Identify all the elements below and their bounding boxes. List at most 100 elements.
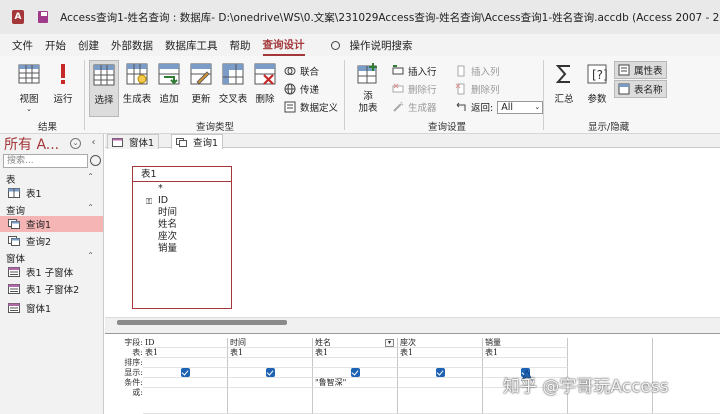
view-button[interactable]: 视图 ⌄ [14, 63, 44, 113]
ribbon-separator [543, 60, 544, 130]
grid-field-cell[interactable]: 姓名 ▾ [313, 338, 398, 348]
query-icon [8, 236, 20, 246]
chevron-down-icon[interactable]: ▾ [385, 339, 394, 347]
shutter-collapse-icon[interactable]: ‹ [88, 138, 99, 149]
show-checkbox[interactable] [351, 368, 360, 377]
tab-query1[interactable]: 查询1 [171, 134, 224, 149]
grid-sort-cell[interactable] [143, 358, 228, 368]
scrollbar-thumb[interactable] [117, 320, 287, 325]
grid-sort-cell[interactable] [228, 358, 313, 368]
builder-button[interactable]: 生成器 [392, 100, 437, 114]
grid-sort-cell[interactable] [313, 358, 398, 368]
delete-column-icon [455, 83, 465, 95]
insert-row-icon [392, 65, 404, 75]
field-item[interactable]: * [133, 183, 231, 195]
grid-or-cell[interactable] [228, 388, 313, 414]
row-label-or: 或: [132, 388, 143, 397]
grid-field-cell[interactable]: 座次 [398, 338, 483, 348]
return-select[interactable]: All ⌄ [497, 100, 544, 114]
nav-section-tables[interactable]: 表 ⌃ [6, 172, 100, 186]
parameters-button[interactable]: [?] 参数 [583, 63, 611, 105]
grid-criteria-cell[interactable] [228, 378, 313, 388]
nav-search-input[interactable]: 搜索... [3, 154, 88, 168]
show-hide-group-label: 显示/隐藏 [588, 122, 630, 133]
field-item[interactable]: 时间 [133, 207, 231, 219]
grid-table-cell[interactable]: 表1 [313, 348, 398, 358]
totals-button[interactable]: 汇总 [550, 63, 578, 105]
delete-row-label: 删除行 [408, 85, 437, 96]
search-icon[interactable] [90, 155, 101, 166]
menu-external-data[interactable]: 外部数据 [111, 36, 153, 55]
append-icon [158, 63, 180, 85]
insert-row-button[interactable]: 插入行 [392, 64, 437, 78]
grid-or-cell[interactable] [143, 388, 228, 414]
delete-row-button[interactable]: 删除行 [392, 82, 437, 96]
menu-home[interactable]: 开始 [45, 36, 66, 55]
nav-item-subform1[interactable]: 表1 子窗体 [0, 264, 103, 280]
field-item[interactable]: 座次 [133, 231, 231, 243]
horizontal-scrollbar[interactable] [105, 317, 720, 327]
grid-or-cell[interactable] [398, 388, 483, 414]
nav-item-query2[interactable]: 查询2 [0, 233, 103, 249]
show-checkbox[interactable] [181, 368, 190, 377]
nav-section-queries[interactable]: 查询 ⌃ [6, 203, 100, 217]
menu-help[interactable]: 帮助 [230, 36, 251, 55]
search-help[interactable]: 操作说明搜索 [330, 38, 413, 53]
grid-field-cell[interactable]: 销量 [483, 338, 568, 348]
query-icon [8, 219, 20, 229]
nav-item-table1[interactable]: 表1 [0, 185, 103, 201]
builder-label: 生成器 [408, 103, 437, 114]
grid-or-cell[interactable] [313, 388, 398, 414]
grid-table-cell[interactable]: 表1 [228, 348, 313, 358]
menu-create[interactable]: 创建 [78, 36, 99, 55]
nav-section-forms[interactable]: 窗体 ⌃ [6, 251, 100, 265]
save-icon[interactable] [37, 11, 49, 23]
query-setup-group-label: 查询设置 [428, 122, 467, 133]
nav-item-subform2[interactable]: 表1 子窗体2 [0, 281, 103, 297]
update-button[interactable]: 更新 [187, 63, 215, 105]
grid-criteria-cell[interactable]: "鲁智深" [313, 378, 398, 388]
append-button[interactable]: 追加 [155, 63, 183, 105]
union-button[interactable]: 联合 [284, 64, 319, 78]
menu-query-design[interactable]: 查询设计 [262, 35, 305, 56]
menu-file[interactable]: 文件 [12, 36, 33, 55]
grid-criteria-cell[interactable] [143, 378, 228, 388]
data-definition-button[interactable]: 数据定义 [284, 100, 338, 114]
delete-column-button[interactable]: 删除列 [455, 82, 500, 96]
select-query-button[interactable]: 选择 [89, 60, 119, 117]
field-item[interactable]: 销量 [133, 243, 231, 255]
grid-table-cell[interactable]: 表1 [483, 348, 568, 358]
nav-options-icon[interactable]: ⌄ [70, 138, 81, 149]
property-sheet-button[interactable]: 属性表 [614, 61, 667, 79]
grid-criteria-cell[interactable] [398, 378, 483, 388]
grid-table-cell[interactable]: 表1 [143, 348, 228, 358]
insert-column-button[interactable]: 插入列 [455, 64, 500, 78]
nav-item-form1[interactable]: 窗体1 [0, 300, 103, 316]
insert-column-icon [457, 65, 465, 77]
field-item[interactable]: 姓名 [133, 219, 231, 231]
add-table-button[interactable]: 添 加表 [354, 63, 382, 115]
field-list-table1[interactable]: 表1 * ⚿ ID 时间 姓名 座次 销量 [132, 166, 232, 309]
grid-field-cell[interactable]: ID [143, 338, 228, 348]
data-definition-icon [284, 101, 296, 113]
crosstab-button[interactable]: 交叉表 [218, 63, 248, 105]
pass-through-button[interactable]: 传递 [284, 82, 319, 96]
show-checkbox[interactable] [266, 368, 275, 377]
grid-sort-cell[interactable] [398, 358, 483, 368]
run-button[interactable]: 运行 [50, 63, 76, 105]
crosstab-label: 交叉表 [218, 94, 248, 105]
table-names-button[interactable]: 表名称 [614, 80, 667, 98]
menu-database-tools[interactable]: 数据库工具 [165, 36, 218, 55]
make-table-button[interactable]: 生成表 [122, 63, 152, 105]
delete-column-label: 删除列 [471, 85, 500, 96]
property-sheet-label: 属性表 [634, 66, 663, 77]
field-item-id[interactable]: ⚿ ID [133, 195, 231, 207]
show-checkbox[interactable] [436, 368, 445, 377]
grid-sort-cell[interactable] [483, 358, 568, 368]
tab-form1[interactable]: 窗体1 [107, 134, 160, 149]
delete-query-button[interactable]: 删除 [251, 63, 279, 105]
grid-table-cell[interactable]: 表1 [398, 348, 483, 358]
nav-pane-title[interactable]: 所有 A... [4, 134, 59, 154]
nav-item-query1[interactable]: 查询1 [0, 216, 103, 232]
grid-field-cell[interactable]: 时间 [228, 338, 313, 348]
